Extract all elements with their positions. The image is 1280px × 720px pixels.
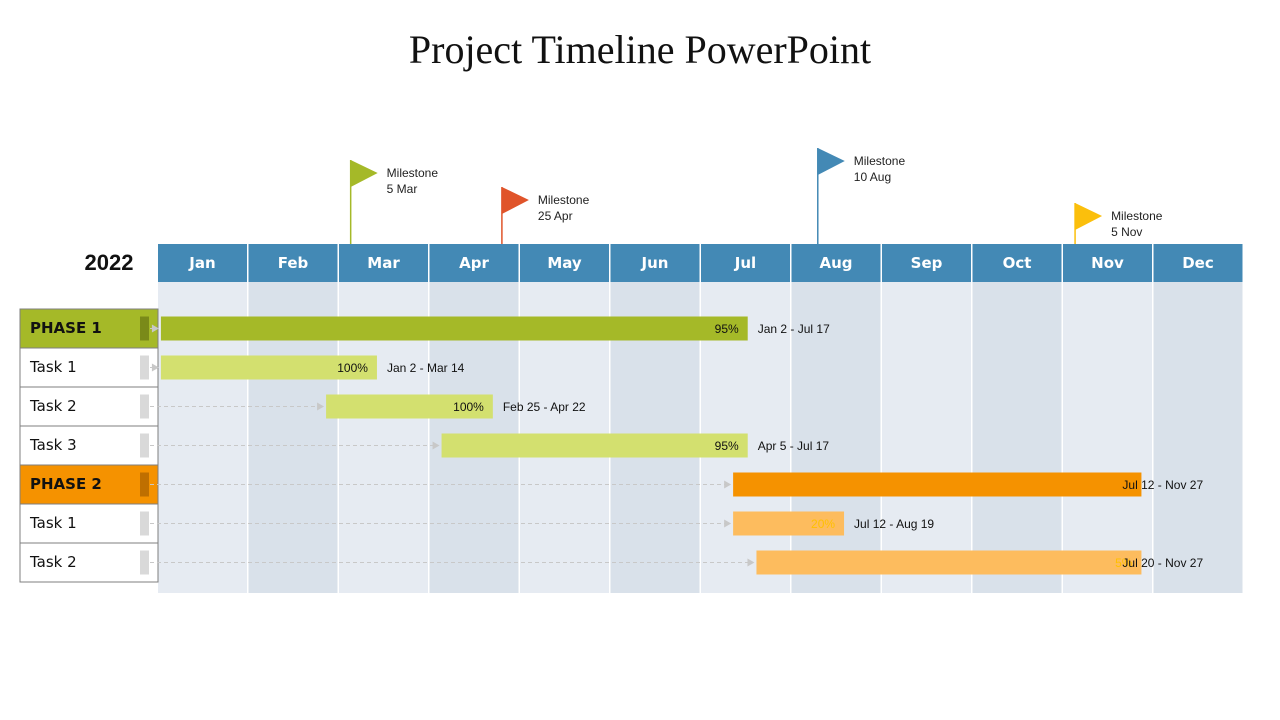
milestone-label: Milestone 5 Mar — [387, 165, 438, 197]
month-label: Jul — [734, 254, 757, 272]
gantt-chart: Jan Feb Mar Apr May Jun Jul Aug Sep Oct Nov Dec Mile… — [0, 0, 1280, 720]
milestone-date: 25 Apr — [537, 209, 573, 223]
phase-label: PHASE 2 — [30, 475, 102, 493]
progress-label: 95% — [714, 321, 739, 336]
month-label: Dec — [1182, 254, 1214, 272]
gantt-svg — [19, 148, 1243, 593]
month-band — [1063, 282, 1152, 593]
month-label: May — [547, 254, 582, 272]
row-handle — [140, 355, 149, 380]
task-label: Task 3 — [30, 436, 77, 454]
task-label: Task 2 — [30, 553, 77, 571]
month-label: Feb — [277, 254, 309, 272]
milestone-flag-icon — [350, 160, 378, 187]
milestone-label: Milestone 5 Nov — [1111, 208, 1162, 240]
milestone-title: Milestone — [1111, 209, 1163, 223]
task-label: Task 1 — [30, 514, 77, 532]
date-range-label: Apr 5 - Jul 17 — [757, 438, 830, 453]
milestone-title: Milestone — [853, 154, 906, 168]
month-label: Jan — [189, 254, 216, 272]
month-label: Aug — [819, 254, 853, 272]
milestone-label: Milestone 25 Apr — [538, 192, 589, 224]
task-label: Task 1 — [30, 358, 77, 376]
milestone-flag-icon — [817, 148, 845, 175]
row-handle — [140, 433, 149, 458]
row-handle — [140, 550, 149, 575]
month-band — [882, 282, 971, 593]
milestone-flag-icon — [501, 187, 529, 214]
row-handle — [140, 511, 149, 536]
progress-label: 100% — [337, 360, 368, 375]
row-handle — [140, 394, 149, 419]
month-label: Oct — [1002, 254, 1032, 272]
date-range-label: Jan 2 - Mar 14 — [386, 360, 465, 375]
month-label: Apr — [459, 254, 489, 272]
phase-label: PHASE 1 — [30, 319, 102, 337]
row-handle — [140, 472, 149, 497]
milestone-flag-icon — [1075, 203, 1103, 230]
milestone-title: Milestone — [537, 193, 590, 207]
date-range-label: Jan 2 - Jul 17 — [757, 321, 830, 336]
month-band — [972, 282, 1062, 593]
gantt-bar — [160, 316, 748, 341]
progress-label: 100% — [453, 399, 484, 414]
date-range-label: Feb 25 - Apr 22 — [502, 399, 586, 414]
milestone-date: 10 Aug — [853, 170, 892, 184]
date-range-label: Jul 20 - Nov 27 — [1122, 555, 1204, 570]
task-label: Task 2 — [30, 397, 77, 415]
month-label: Jun — [641, 254, 669, 272]
milestone-label: Milestone 10 Aug — [854, 153, 905, 185]
month-label: Sep — [910, 254, 943, 272]
milestone-title: Milestone — [386, 166, 439, 180]
month-band — [1153, 282, 1243, 593]
milestone-date: 5 Mar — [386, 182, 418, 196]
milestone-date: 5 Nov — [1111, 225, 1143, 239]
date-range-label: Jul 12 - Aug 19 — [854, 516, 935, 531]
month-label: Nov — [1091, 254, 1124, 272]
progress-label: 20% — [811, 516, 836, 531]
row-handle — [140, 316, 149, 341]
date-range-label: Jul 12 - Nov 27 — [1122, 477, 1204, 492]
progress-label: 95% — [714, 438, 739, 453]
month-label: Mar — [367, 254, 400, 272]
gantt-bar — [733, 472, 1142, 497]
